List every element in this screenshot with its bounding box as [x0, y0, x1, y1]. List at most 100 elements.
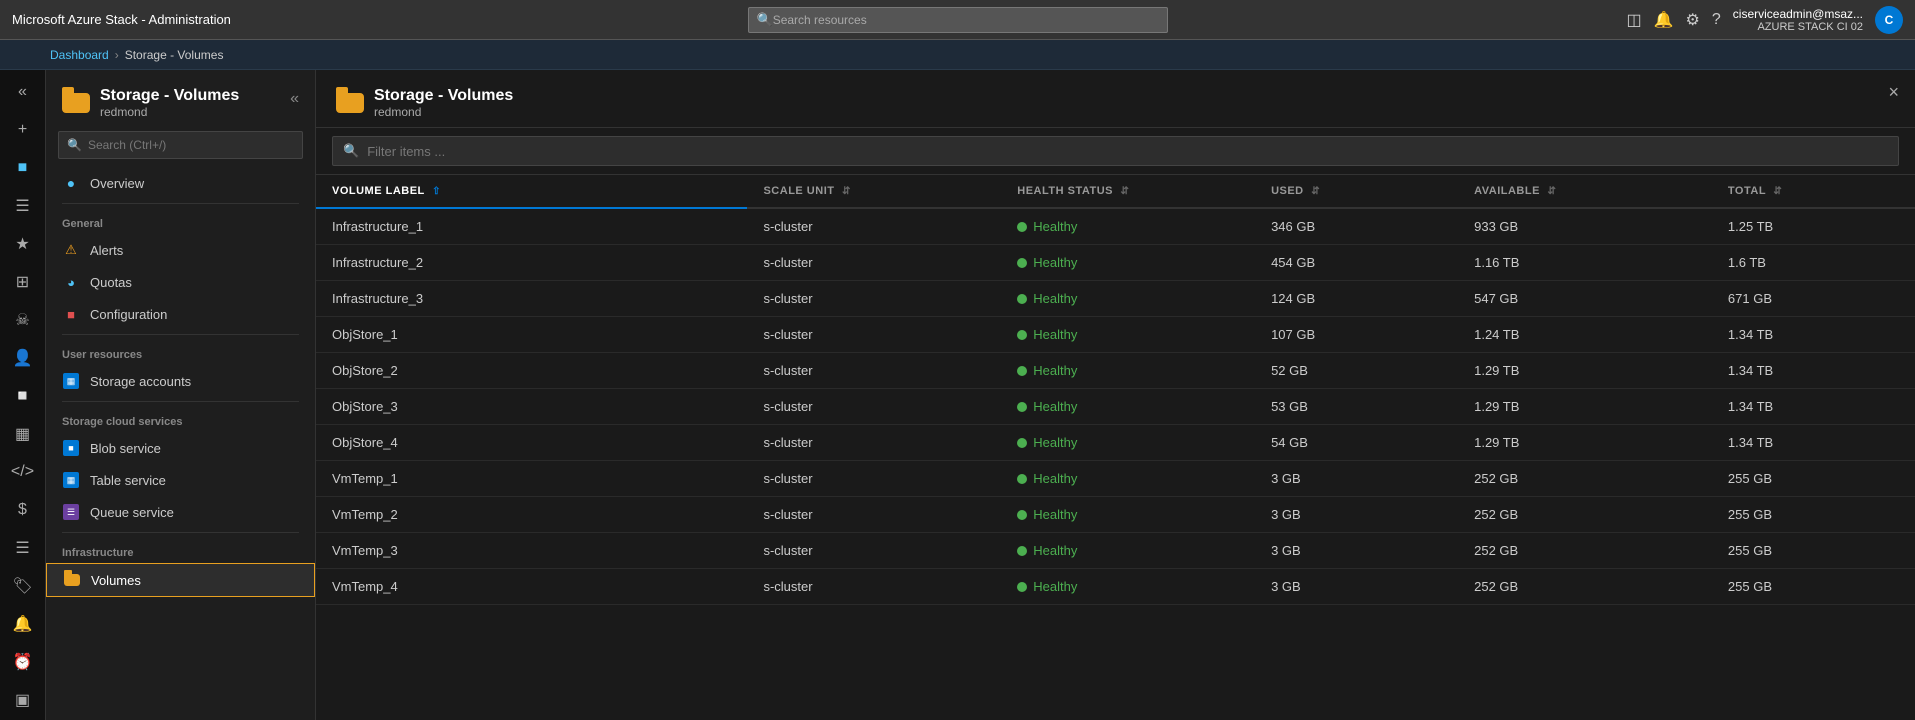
- cell-used: 54 GB: [1255, 425, 1458, 461]
- nav-section-infrastructure: Infrastructure: [46, 537, 315, 563]
- table-row[interactable]: ObjStore_4 s-cluster Healthy 54 GB 1.29 …: [316, 425, 1915, 461]
- portal-icon[interactable]: ◫: [1626, 10, 1641, 30]
- sidebar-icon-hamburger[interactable]: ☰: [3, 188, 43, 224]
- nav-item-storage-accounts[interactable]: ▦ Storage accounts: [46, 365, 315, 397]
- table-row[interactable]: ObjStore_3 s-cluster Healthy 53 GB 1.29 …: [316, 389, 1915, 425]
- health-dot: [1017, 510, 1027, 520]
- close-button[interactable]: ×: [1888, 82, 1899, 103]
- cell-available: 252 GB: [1458, 533, 1712, 569]
- sidebar-icon-bell[interactable]: 🔔: [3, 606, 43, 642]
- col-header-volume-label[interactable]: VOLUME LABEL ⇧: [316, 175, 747, 208]
- config-icon: ■: [62, 305, 80, 323]
- nav-item-table-service[interactable]: ▦ Table service: [46, 464, 315, 496]
- col-header-used[interactable]: USED ⇵: [1255, 175, 1458, 208]
- nav-divider-4: [62, 532, 299, 533]
- left-nav-collapse-btn[interactable]: «: [290, 90, 299, 108]
- health-dot: [1017, 546, 1027, 556]
- sidebar-icon-puzzle[interactable]: ◽: [3, 378, 43, 414]
- nav-item-configuration[interactable]: ■ Configuration: [46, 298, 315, 330]
- health-text: Healthy: [1033, 363, 1077, 378]
- cell-used: 53 GB: [1255, 389, 1458, 425]
- left-nav-title-group: Storage - Volumes redmond: [100, 86, 239, 119]
- sidebar-icon-box[interactable]: ▣: [3, 682, 43, 718]
- cell-health-status: Healthy: [1001, 208, 1255, 245]
- sidebar-icon-list[interactable]: ☰: [3, 530, 43, 566]
- table-row[interactable]: Infrastructure_3 s-cluster Healthy 124 G…: [316, 281, 1915, 317]
- table-row[interactable]: VmTemp_3 s-cluster Healthy 3 GB 252 GB 2…: [316, 533, 1915, 569]
- col-header-available[interactable]: AVAILABLE ⇵: [1458, 175, 1712, 208]
- nav-search-input[interactable]: [88, 138, 294, 152]
- nav-item-quotas[interactable]: ◕ Quotas: [46, 266, 315, 298]
- left-nav-header: Storage - Volumes redmond «: [46, 70, 315, 127]
- nav-item-overview[interactable]: ● Overview: [46, 167, 315, 199]
- filter-input[interactable]: [367, 144, 1888, 159]
- sidebar-icon-grid[interactable]: ⊞: [3, 264, 43, 300]
- cell-volume-label: Infrastructure_2: [316, 245, 747, 281]
- cell-total: 255 GB: [1712, 533, 1915, 569]
- cell-used: 3 GB: [1255, 461, 1458, 497]
- nav-divider-3: [62, 401, 299, 402]
- sidebar-icon-person[interactable]: 👤: [3, 340, 43, 376]
- filter-input-box[interactable]: 🔍: [332, 136, 1899, 166]
- col-header-health-status[interactable]: HEALTH STATUS ⇵: [1001, 175, 1255, 208]
- health-text: Healthy: [1033, 399, 1077, 414]
- table-row[interactable]: Infrastructure_1 s-cluster Healthy 346 G…: [316, 208, 1915, 245]
- sidebar-icon-dashboard[interactable]: ■: [3, 150, 43, 186]
- sidebar-icon-clock[interactable]: ⏰: [3, 644, 43, 680]
- table-row[interactable]: Infrastructure_2 s-cluster Healthy 454 G…: [316, 245, 1915, 281]
- sidebar-icon-layers[interactable]: ▦: [3, 416, 43, 452]
- volumes-table: VOLUME LABEL ⇧ SCALE UNIT ⇵ HEALTH STATU…: [316, 175, 1915, 605]
- sidebar-icon-dollar[interactable]: $: [3, 492, 43, 528]
- cell-available: 252 GB: [1458, 497, 1712, 533]
- sidebar-expand-btn[interactable]: «: [3, 74, 43, 110]
- global-search[interactable]: 🔍: [748, 7, 1168, 33]
- nav-section-general: General: [46, 208, 315, 234]
- cell-scale-unit: s-cluster: [747, 497, 1001, 533]
- nav-label-configuration: Configuration: [90, 307, 167, 322]
- sort-arrows-available: ⇵: [1547, 186, 1556, 197]
- cell-scale-unit: s-cluster: [747, 533, 1001, 569]
- nav-item-queue-service[interactable]: ☰ Queue service: [46, 496, 315, 528]
- bell-icon[interactable]: 🔔: [1654, 10, 1674, 30]
- cell-used: 454 GB: [1255, 245, 1458, 281]
- top-bar-right: ◫ 🔔 ⚙ ? ciserviceadmin@msaz... AZURE STA…: [1626, 6, 1903, 34]
- breadcrumb-dashboard[interactable]: Dashboard: [50, 48, 109, 62]
- cell-volume-label: ObjStore_2: [316, 353, 747, 389]
- sidebar-icon-star[interactable]: ★: [3, 226, 43, 262]
- table-row[interactable]: VmTemp_2 s-cluster Healthy 3 GB 252 GB 2…: [316, 497, 1915, 533]
- content-title-group: Storage - Volumes redmond: [374, 86, 513, 119]
- health-text: Healthy: [1033, 255, 1077, 270]
- sidebar-icon-tag[interactable]: 🏷: [3, 568, 43, 604]
- cell-total: 255 GB: [1712, 497, 1915, 533]
- table-row[interactable]: ObjStore_2 s-cluster Healthy 52 GB 1.29 …: [316, 353, 1915, 389]
- sidebar-icon-code[interactable]: </>: [3, 454, 43, 490]
- nav-item-blob-service[interactable]: ■ Blob service: [46, 432, 315, 464]
- table-icon: ▦: [62, 471, 80, 489]
- cell-health-status: Healthy: [1001, 497, 1255, 533]
- nav-search[interactable]: 🔍: [58, 131, 303, 159]
- cell-total: 1.34 TB: [1712, 389, 1915, 425]
- avatar[interactable]: C: [1875, 6, 1903, 34]
- search-input[interactable]: [773, 13, 1159, 27]
- health-dot: [1017, 330, 1027, 340]
- cell-scale-unit: s-cluster: [747, 461, 1001, 497]
- table-row[interactable]: ObjStore_1 s-cluster Healthy 107 GB 1.24…: [316, 317, 1915, 353]
- cell-used: 52 GB: [1255, 353, 1458, 389]
- health-text: Healthy: [1033, 543, 1077, 558]
- help-icon[interactable]: ?: [1712, 11, 1721, 29]
- col-header-total[interactable]: TOTAL ⇵: [1712, 175, 1915, 208]
- cell-used: 107 GB: [1255, 317, 1458, 353]
- sidebar-icon-shield[interactable]: ☠: [3, 302, 43, 338]
- table-row[interactable]: VmTemp_4 s-cluster Healthy 3 GB 252 GB 2…: [316, 569, 1915, 605]
- table-row[interactable]: VmTemp_1 s-cluster Healthy 3 GB 252 GB 2…: [316, 461, 1915, 497]
- cell-available: 1.24 TB: [1458, 317, 1712, 353]
- nav-item-volumes[interactable]: Volumes: [46, 563, 315, 597]
- cell-total: 255 GB: [1712, 569, 1915, 605]
- cell-scale-unit: s-cluster: [747, 317, 1001, 353]
- gear-icon[interactable]: ⚙: [1686, 10, 1700, 30]
- col-header-scale-unit[interactable]: SCALE UNIT ⇵: [747, 175, 1001, 208]
- nav-item-alerts[interactable]: ⚠ Alerts: [46, 234, 315, 266]
- nav-label-overview: Overview: [90, 176, 144, 191]
- sidebar-icon-plus[interactable]: +: [3, 112, 43, 148]
- health-dot: [1017, 582, 1027, 592]
